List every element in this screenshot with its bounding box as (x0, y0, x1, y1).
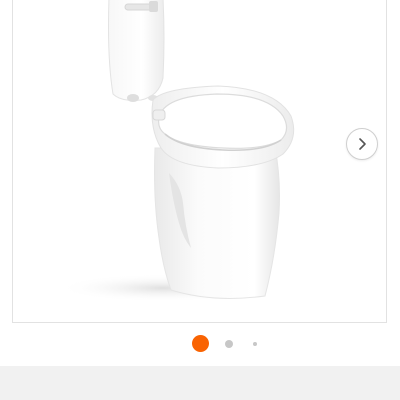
tank-bolt (127, 94, 139, 102)
toilet-base (154, 147, 280, 299)
carousel-dot[interactable] (253, 342, 257, 346)
product-image[interactable] (13, 0, 387, 323)
carousel-indicators (0, 334, 400, 354)
flush-lever-base (149, 1, 158, 12)
flush-lever (124, 3, 154, 11)
carousel-dot-active[interactable] (192, 335, 209, 352)
toilet-tank (108, 0, 165, 101)
chevron-right-icon (355, 137, 369, 151)
next-image-button[interactable] (346, 128, 378, 160)
bottom-section-band (0, 366, 400, 400)
seat-hinge (152, 109, 166, 121)
carousel-dot[interactable] (225, 340, 233, 348)
product-image-frame (12, 0, 387, 323)
